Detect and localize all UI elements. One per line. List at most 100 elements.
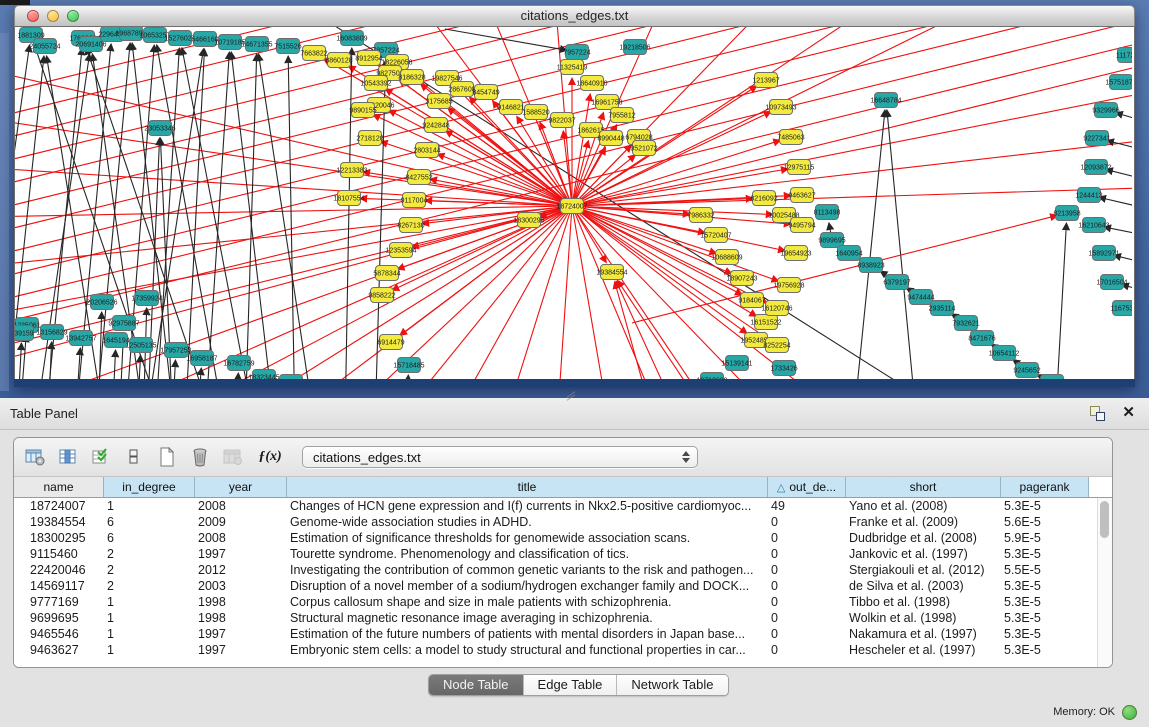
graph-node[interactable]: 17016504 [1096, 275, 1127, 290]
graph-node[interactable]: 10543392 [360, 76, 391, 91]
graph-node[interactable]: 19384554 [596, 265, 627, 280]
graph-node[interactable]: 18107554 [333, 191, 364, 206]
graph-node[interactable]: 9822037 [548, 113, 575, 128]
graph-node[interactable]: 12093872 [1080, 160, 1111, 175]
graph-node[interactable]: 8427552 [405, 170, 432, 185]
graph-node[interactable]: 8186328 [398, 70, 425, 85]
memory-status-indicator[interactable] [1122, 705, 1137, 720]
graph-node[interactable]: 1244413 [1075, 188, 1102, 203]
graph-node[interactable]: 18907243 [726, 271, 757, 286]
graph-node[interactable]: 6914479 [377, 335, 404, 350]
graph-node[interactable]: 15139141 [721, 356, 752, 371]
graph-node[interactable]: 9329966 [1092, 103, 1119, 118]
graph-node[interactable]: 15751874 [1105, 75, 1132, 90]
minimize-window-button[interactable] [47, 10, 59, 22]
close-panel-icon[interactable]: ✕ [1122, 403, 1135, 421]
graph-node[interactable]: 12213383 [336, 163, 367, 178]
graph-node[interactable]: 9227341 [1083, 131, 1110, 146]
select-all-columns-button[interactable] [90, 446, 112, 468]
graph-node[interactable]: 8216092 [750, 191, 777, 206]
graph-node[interactable]: 12353594 [385, 243, 416, 258]
column-header-name[interactable]: name [14, 477, 104, 497]
graph-node[interactable]: 2935114 [929, 301, 956, 316]
graph-node[interactable]: 15720407 [700, 228, 731, 243]
graph-node[interactable]: 15718485 [393, 358, 424, 373]
zoom-window-button[interactable] [67, 10, 79, 22]
graph-node[interactable]: 8113498 [814, 205, 841, 220]
table-mode-button[interactable] [24, 446, 46, 468]
graph-node[interactable]: 1167533 [1111, 301, 1132, 316]
graph-node[interactable]: 16958187 [186, 351, 217, 366]
split-grip-handle[interactable] [566, 392, 576, 400]
graph-node[interactable]: 8938923 [857, 258, 884, 273]
graph-node[interactable]: 9245652 [1013, 363, 1040, 378]
tab-network-table[interactable]: Network Table [617, 675, 727, 695]
graph-node[interactable]: 7957224 [563, 45, 590, 60]
graph-node[interactable]: 7932621 [952, 316, 979, 331]
table-row[interactable]: 1456911722003Disruption of a novel membe… [14, 578, 1112, 594]
table-vertical-scrollbar[interactable] [1097, 498, 1112, 667]
graph-node[interactable]: 2718120 [356, 131, 383, 146]
graph-node[interactable]: 13942757 [65, 331, 96, 346]
unselect-all-columns-button[interactable] [123, 446, 145, 468]
graph-node[interactable]: 9858222 [368, 288, 395, 303]
column-header-out_de[interactable]: △out_de... [768, 477, 846, 497]
graph-node[interactable]: 9146821 [497, 100, 524, 115]
graph-node[interactable]: 23053346 [144, 121, 175, 136]
graph-node[interactable]: 18724007 [556, 199, 587, 214]
column-header-in_degree[interactable]: in_degree [104, 477, 195, 497]
graph-node[interactable]: 16210643 [1078, 218, 1109, 233]
graph-node[interactable]: 14671355 [241, 37, 272, 52]
show-column-button[interactable] [57, 446, 79, 468]
graph-node[interactable]: 7955812 [608, 108, 635, 123]
graph-node[interactable]: 9890155 [349, 103, 376, 118]
table-selector-dropdown[interactable]: citations_edges.txt [302, 446, 698, 468]
graph-node[interactable]: 8860128 [325, 53, 352, 68]
delete-column-button[interactable] [189, 446, 211, 468]
table-row[interactable]: 969969511998Structural magnetic resonanc… [14, 610, 1112, 626]
table-row[interactable]: 1872400712008Changes of HCN gene express… [14, 498, 1112, 514]
function-builder-button[interactable]: ƒ(x) [255, 446, 285, 468]
graph-node[interactable]: 9495794 [788, 218, 815, 233]
window-titlebar[interactable]: citations_edges.txt [14, 5, 1135, 27]
graph-node[interactable]: 16120746 [761, 301, 792, 316]
graph-node[interactable]: 8454749 [472, 85, 499, 100]
network-canvas[interactable]: 1872400718813092405572417630902069140622… [15, 27, 1132, 384]
graph-node[interactable]: 1733426 [770, 361, 797, 376]
graph-node[interactable]: 19218506 [619, 40, 650, 55]
table-row[interactable]: 911546021997Tourette syndrome. Phenomeno… [14, 546, 1112, 562]
graph-node[interactable]: 3175685 [425, 94, 452, 109]
graph-node[interactable]: 18640910 [576, 76, 607, 91]
table-row[interactable]: 1830029562008Estimation of significance … [14, 530, 1112, 546]
graph-node[interactable]: 1588520 [522, 105, 549, 120]
graph-node[interactable]: 16151522 [750, 315, 781, 330]
graph-node[interactable]: 10654112 [989, 346, 1020, 361]
graph-node[interactable]: 8252254 [763, 338, 790, 353]
close-window-button[interactable] [27, 10, 39, 22]
graph-node[interactable]: 8990448 [597, 131, 624, 146]
graph-node[interactable]: 10688609 [711, 250, 742, 265]
graph-node[interactable]: 8912954 [355, 51, 382, 66]
graph-node[interactable]: 7986332 [687, 208, 714, 223]
graph-node[interactable]: 10973493 [765, 100, 796, 115]
tab-edge-table[interactable]: Edge Table [524, 675, 618, 695]
graph-node[interactable]: 939159 [15, 326, 34, 341]
scrollbar-thumb[interactable] [1100, 501, 1109, 538]
column-header-pagerank[interactable]: pagerank [1001, 477, 1089, 497]
graph-node[interactable]: 8267130 [397, 218, 424, 233]
graph-node[interactable]: 2803144 [413, 143, 440, 158]
table-row[interactable]: 946554611997Estimation of the future num… [14, 626, 1112, 642]
graph-node[interactable]: 9463627 [788, 188, 815, 203]
graph-node[interactable]: 15892971 [1088, 246, 1119, 261]
graph-node[interactable]: 12975115 [784, 160, 815, 175]
graph-node[interactable]: 19756928 [773, 278, 804, 293]
graph-node[interactable]: 92975887 [108, 316, 139, 331]
graph-node[interactable]: 18300295 [513, 213, 544, 228]
graph-node[interactable]: 8471676 [968, 331, 995, 346]
table-row[interactable]: 946362711997Embryonic stem cells: a mode… [14, 642, 1112, 658]
graph-node[interactable]: 12505135 [125, 338, 156, 353]
graph-node[interactable]: 17359924 [131, 291, 162, 306]
column-header-title[interactable]: title [287, 477, 768, 497]
new-column-button[interactable] [156, 446, 178, 468]
graph-node[interactable]: 1117253 [1116, 48, 1132, 63]
